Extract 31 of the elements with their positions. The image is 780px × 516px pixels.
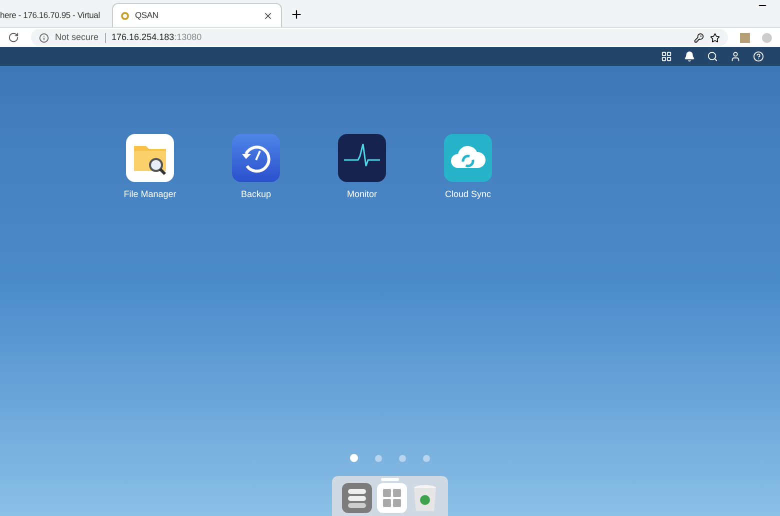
tab-title: QSAN <box>135 9 160 22</box>
storage-server-icon[interactable] <box>342 483 372 513</box>
dock-handle[interactable] <box>381 478 399 481</box>
bell-icon[interactable] <box>684 51 695 62</box>
key-icon[interactable] <box>694 32 704 42</box>
app-label[interactable]: File Manager <box>124 188 176 202</box>
loading-icon <box>121 12 129 20</box>
browser-tab[interactable]: QSAN <box>112 3 282 27</box>
help-icon[interactable] <box>753 51 764 62</box>
app-label[interactable]: Monitor <box>346 188 377 202</box>
url-port: :13080 <box>174 30 202 44</box>
browser-tab[interactable]: here - 176.16.70.95 - Virtual <box>0 3 112 27</box>
folder-magnifier-icon <box>126 134 174 182</box>
grid-icon[interactable] <box>661 51 672 62</box>
cloud-sync-icon <box>444 134 492 182</box>
app-label[interactable]: Backup <box>240 188 272 202</box>
heartbeat-icon <box>338 134 386 182</box>
url-host: 176.16.254.183 <box>112 30 174 44</box>
bookmark-star-icon[interactable] <box>710 32 720 42</box>
restore-gauge-icon <box>232 134 280 182</box>
recycle-bin-icon[interactable] <box>412 483 438 513</box>
new-tab-icon[interactable] <box>290 8 303 21</box>
reload-icon[interactable] <box>8 32 19 43</box>
info-icon <box>39 32 49 42</box>
security-label: Not secure <box>55 30 99 44</box>
app-label[interactable]: Cloud Sync <box>444 188 492 202</box>
search-icon[interactable] <box>707 51 718 62</box>
close-icon[interactable] <box>263 10 273 20</box>
tab-title: here - 176.16.70.95 - Virtual <box>0 8 100 22</box>
address-bar[interactable]: Not secure 176.16.254.183:13080 <box>31 29 728 46</box>
user-icon[interactable] <box>730 51 741 62</box>
